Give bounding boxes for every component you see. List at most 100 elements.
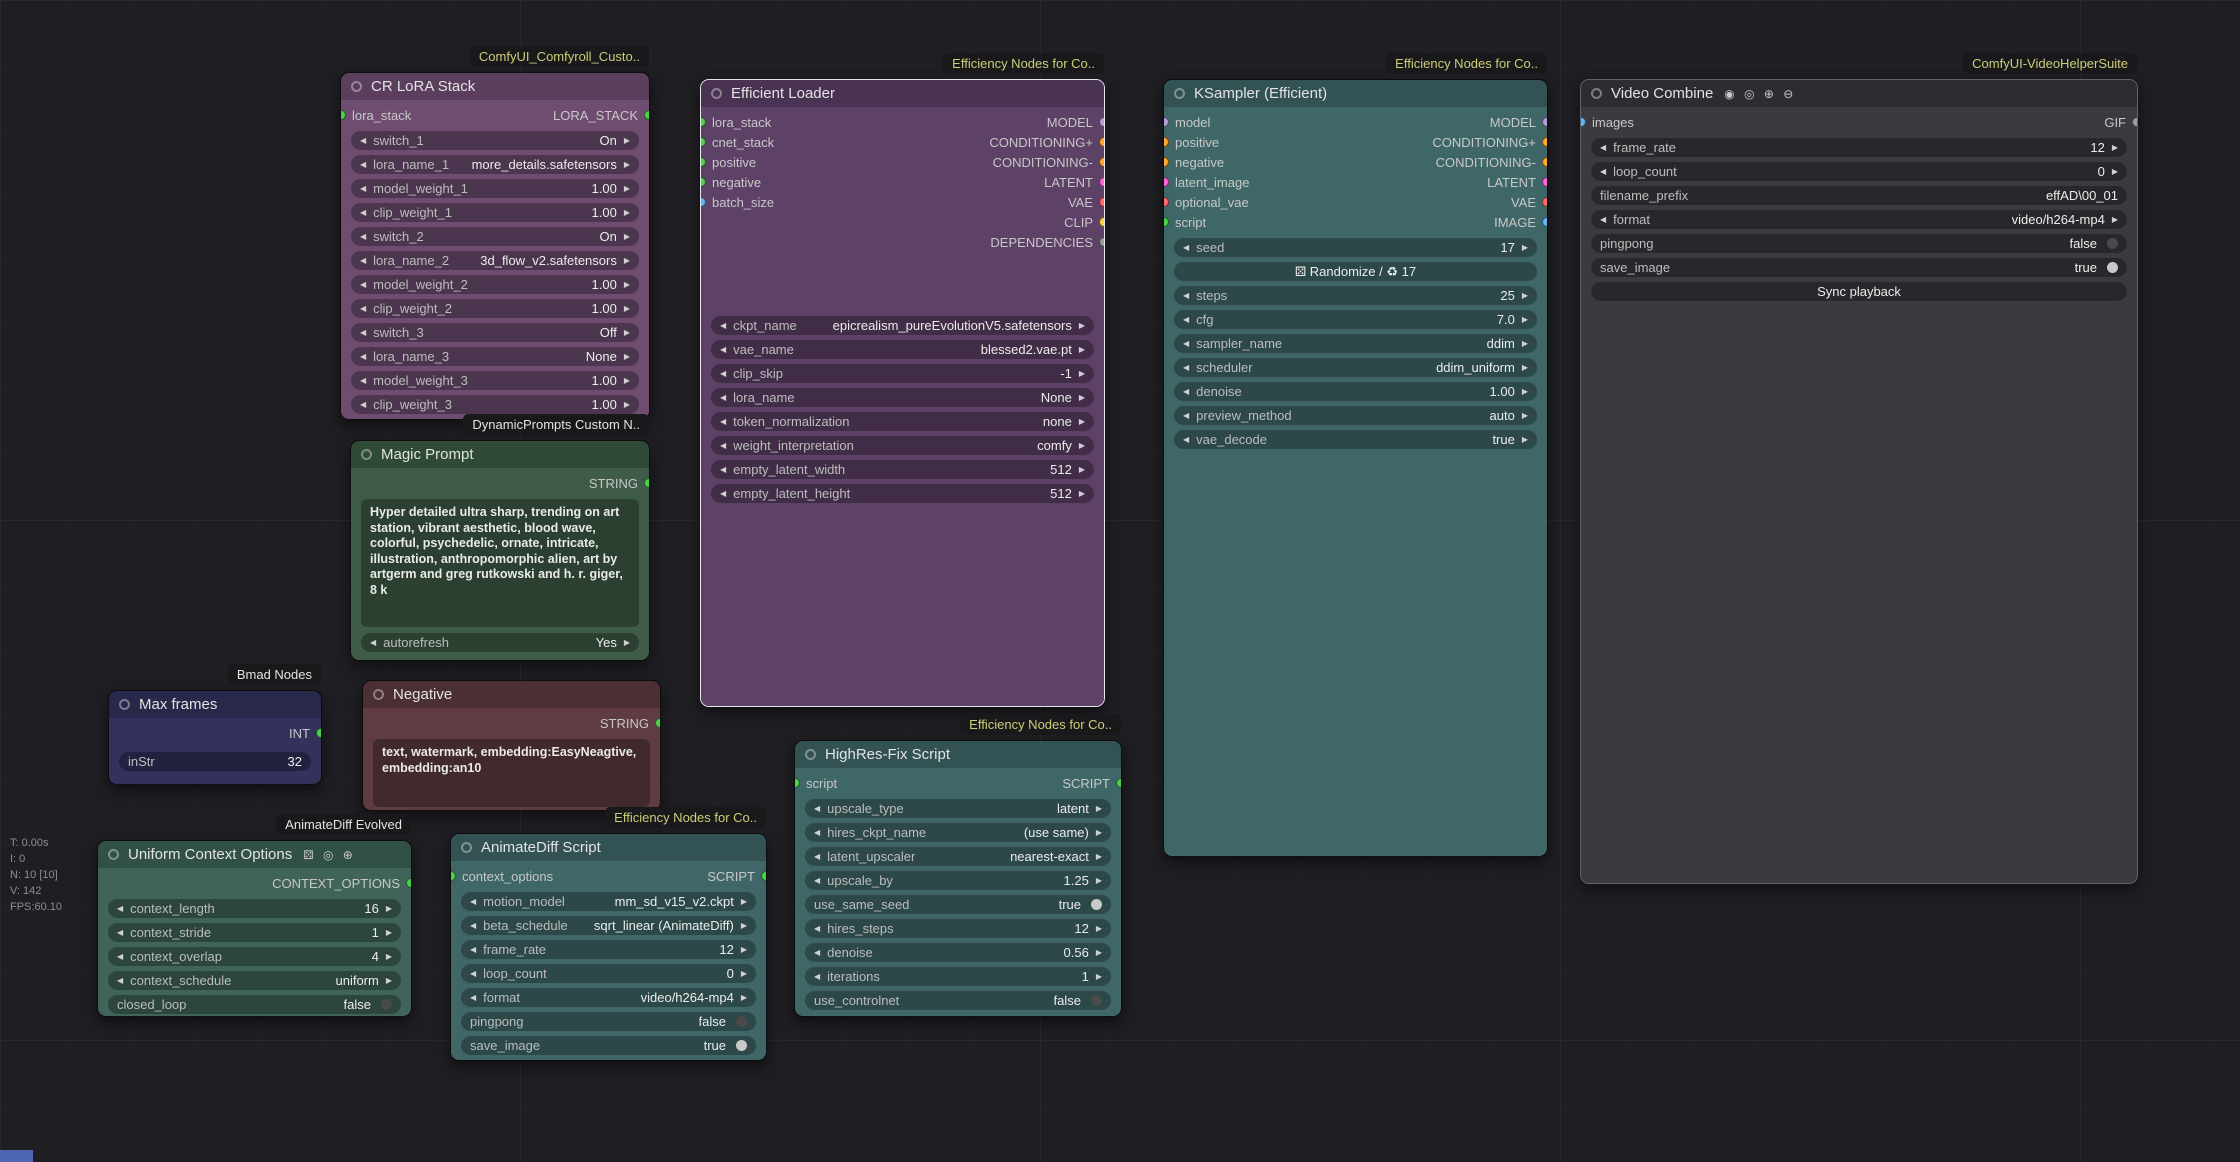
decrement-arrow[interactable]: ◀ [470,994,476,1002]
decrement-arrow[interactable]: ◀ [360,377,366,385]
node-header[interactable]: AnimateDiff Script [451,834,766,861]
decrement-arrow[interactable]: ◀ [360,185,366,193]
increment-arrow[interactable]: ▶ [2112,144,2118,152]
decrement-arrow[interactable]: ◀ [814,973,820,981]
collapse-dot[interactable] [1174,88,1185,99]
decrement-arrow[interactable]: ◀ [720,370,726,378]
node-ksampler-efficient[interactable]: Efficiency Nodes for Co.. KSampler (Effi… [1163,79,1548,857]
widget-format[interactable]: ◀formatvideo/h264-mp4▶ [1591,210,2127,229]
decrement-arrow[interactable]: ◀ [814,925,820,933]
widget-scheduler[interactable]: ◀schedulerddim_uniform▶ [1174,358,1537,377]
widget-format[interactable]: ◀formatvideo/h264-mp4▶ [461,988,756,1007]
widget-cfg[interactable]: ◀cfg7.0▶ [1174,310,1537,329]
widget-seed[interactable]: ◀seed17▶ [1174,238,1537,257]
widget-button-sync_playback[interactable]: Sync playback [1591,282,2127,301]
decrement-arrow[interactable]: ◀ [720,490,726,498]
input-port-cnet_stack[interactable] [701,137,706,147]
input-port-negative[interactable] [701,177,706,187]
increment-arrow[interactable]: ▶ [1522,340,1528,348]
widget-ckpt_name[interactable]: ◀ckpt_nameepicrealism_pureEvolutionV5.sa… [711,316,1094,335]
output-port-conditioning-[interactable] [1099,157,1104,167]
increment-arrow[interactable]: ▶ [741,970,747,978]
decrement-arrow[interactable]: ◀ [360,137,366,145]
widget-autorefresh[interactable]: ◀autorefreshYes▶ [361,633,639,652]
widget-clip_weight_2[interactable]: ◀clip_weight_21.00▶ [351,299,639,318]
decrement-arrow[interactable]: ◀ [470,970,476,978]
input-port-positive[interactable] [701,157,706,167]
decrement-arrow[interactable]: ◀ [360,353,366,361]
widget-model_weight_2[interactable]: ◀model_weight_21.00▶ [351,275,639,294]
input-port-positive[interactable] [1164,137,1169,147]
input-port-lora_stack[interactable] [341,110,346,120]
output-port-string[interactable] [644,478,649,488]
decrement-arrow[interactable]: ◀ [814,877,820,885]
widget-frame_rate[interactable]: ◀frame_rate12▶ [1591,138,2127,157]
increment-arrow[interactable]: ▶ [386,977,392,985]
increment-arrow[interactable]: ▶ [386,929,392,937]
decrement-arrow[interactable]: ◀ [360,329,366,337]
increment-arrow[interactable]: ▶ [624,401,630,409]
increment-arrow[interactable]: ▶ [624,639,630,647]
increment-arrow[interactable]: ▶ [1522,244,1528,252]
widget-pingpong[interactable]: pingpongfalse [461,1012,756,1031]
decrement-arrow[interactable]: ◀ [117,977,123,985]
decrement-arrow[interactable]: ◀ [360,257,366,265]
widget-model_weight_3[interactable]: ◀model_weight_31.00▶ [351,371,639,390]
widget-context_overlap[interactable]: ◀context_overlap4▶ [108,947,401,966]
widget-beta_schedule[interactable]: ◀beta_schedulesqrt_linear (AnimateDiff)▶ [461,916,756,935]
widget-switch_2[interactable]: ◀switch_2On▶ [351,227,639,246]
widget-iterations[interactable]: ◀iterations1▶ [805,967,1111,986]
node-highres-fix-script[interactable]: Efficiency Nodes for Co.. HighRes-Fix Sc… [794,740,1122,1017]
input-port-batch_size[interactable] [701,197,706,207]
widget-weight_interpretation[interactable]: ◀weight_interpretationcomfy▶ [711,436,1094,455]
increment-arrow[interactable]: ▶ [1079,370,1085,378]
decrement-arrow[interactable]: ◀ [720,346,726,354]
collapse-dot[interactable] [361,449,372,460]
decrement-arrow[interactable]: ◀ [814,829,820,837]
decrement-arrow[interactable]: ◀ [1600,216,1606,224]
decrement-arrow[interactable]: ◀ [1600,168,1606,176]
node-header[interactable]: CR LoRA Stack [341,73,649,100]
increment-arrow[interactable]: ▶ [624,185,630,193]
node-magic-prompt[interactable]: DynamicPrompts Custom N.. Magic Prompt S… [350,440,650,661]
widget-vae_name[interactable]: ◀vae_nameblessed2.vae.pt▶ [711,340,1094,359]
decrement-arrow[interactable]: ◀ [1183,340,1189,348]
node-animatediff-script[interactable]: Efficiency Nodes for Co.. AnimateDiff Sc… [450,833,767,1061]
output-port-context_options[interactable] [406,878,411,888]
toggle-dot[interactable] [736,1040,747,1051]
output-port-gif[interactable] [2132,117,2137,127]
increment-arrow[interactable]: ▶ [1522,292,1528,300]
node-cr-lora-stack[interactable]: ComfyUI_Comfyroll_Custo.. CR LoRA Stack … [340,72,650,420]
decrement-arrow[interactable]: ◀ [720,322,726,330]
increment-arrow[interactable]: ▶ [1522,412,1528,420]
decrement-arrow[interactable]: ◀ [720,394,726,402]
text-area[interactable]: Hyper detailed ultra sharp, trending on … [361,499,639,627]
decrement-arrow[interactable]: ◀ [360,401,366,409]
decrement-arrow[interactable]: ◀ [117,929,123,937]
decrement-arrow[interactable]: ◀ [370,639,376,647]
widget-frame_rate[interactable]: ◀frame_rate12▶ [461,940,756,959]
increment-arrow[interactable]: ▶ [624,257,630,265]
node-header[interactable]: Efficient Loader [701,80,1104,107]
increment-arrow[interactable]: ▶ [624,281,630,289]
widget-hires_ckpt_name[interactable]: ◀hires_ckpt_name(use same)▶ [805,823,1111,842]
widget-use_same_seed[interactable]: use_same_seedtrue [805,895,1111,914]
node-max-frames[interactable]: Bmad Nodes Max frames INTinStr32 [108,690,322,785]
toggle-dot[interactable] [2107,262,2118,273]
widget-latent_upscaler[interactable]: ◀latent_upscalernearest-exact▶ [805,847,1111,866]
widget-clip_weight_1[interactable]: ◀clip_weight_11.00▶ [351,203,639,222]
widget-motion_model[interactable]: ◀motion_modelmm_sd_v15_v2.ckpt▶ [461,892,756,911]
widget-lora_name_1[interactable]: ◀lora_name_1more_details.safetensors▶ [351,155,639,174]
output-port-latent[interactable] [1099,177,1104,187]
output-port-conditioning+[interactable] [1099,137,1104,147]
input-port-latent_image[interactable] [1164,177,1169,187]
decrement-arrow[interactable]: ◀ [360,281,366,289]
increment-arrow[interactable]: ▶ [624,161,630,169]
widget-hires_steps[interactable]: ◀hires_steps12▶ [805,919,1111,938]
decrement-arrow[interactable]: ◀ [1183,388,1189,396]
collapse-dot[interactable] [373,689,384,700]
increment-arrow[interactable]: ▶ [1096,877,1102,885]
input-port-script[interactable] [795,778,800,788]
decrement-arrow[interactable]: ◀ [1183,412,1189,420]
input-port-model[interactable] [1164,117,1169,127]
